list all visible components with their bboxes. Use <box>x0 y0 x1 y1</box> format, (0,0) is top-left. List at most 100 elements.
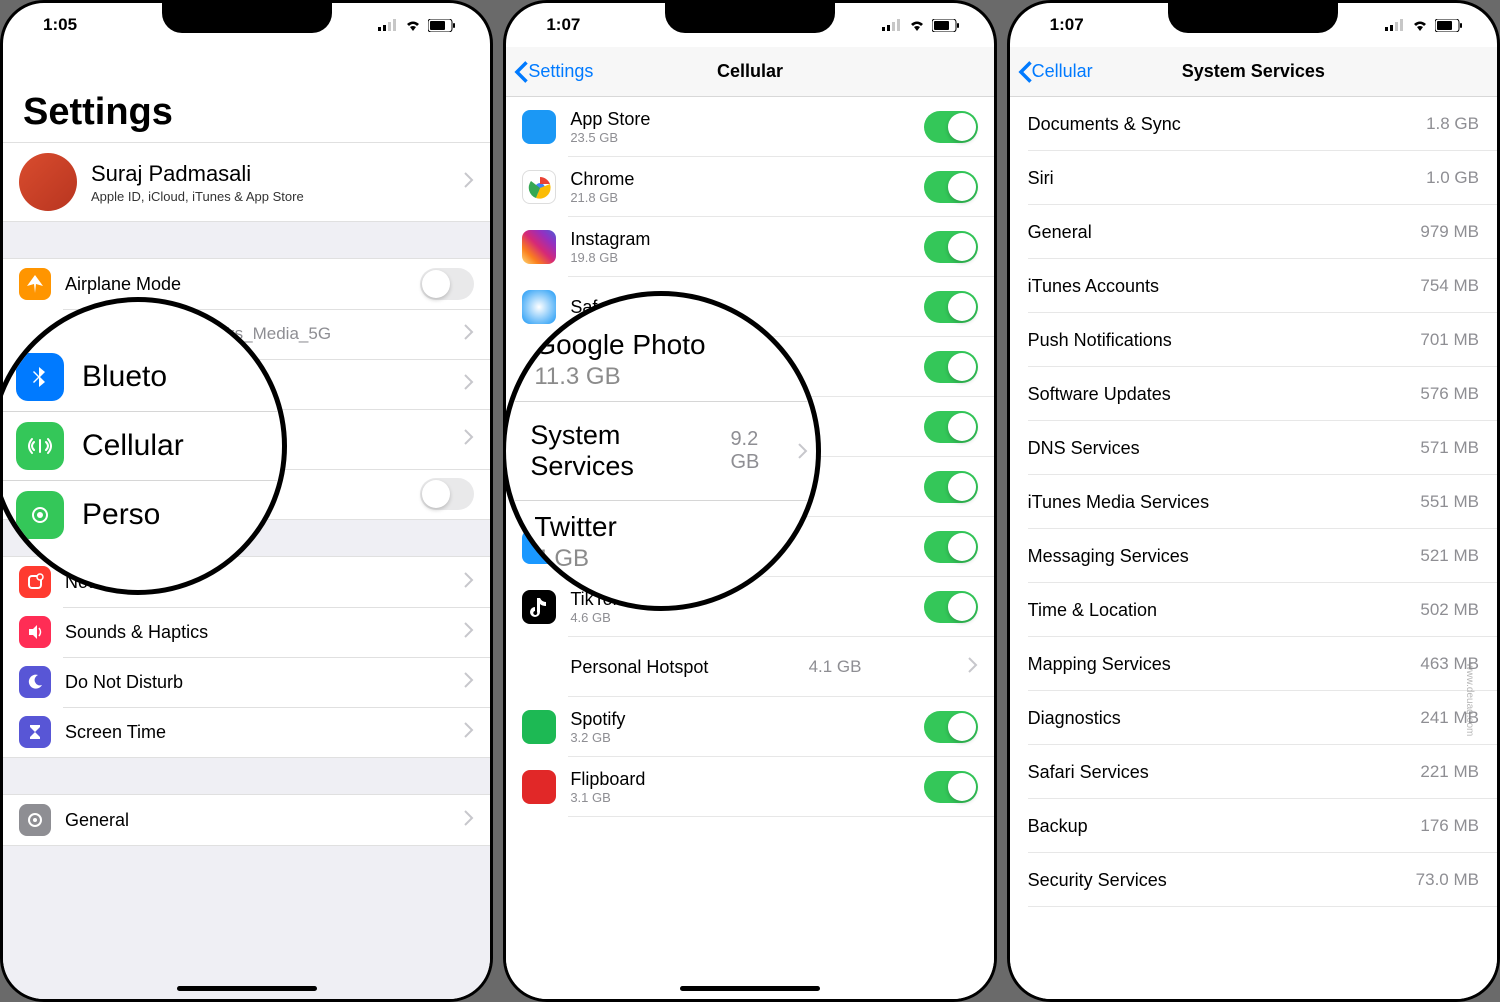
dnd-row[interactable]: Do Not Disturb <box>3 657 490 707</box>
hotspot-icon <box>16 491 64 539</box>
instagram-icon <box>522 230 556 264</box>
service-name: iTunes Media Services <box>1028 492 1209 513</box>
app-toggle[interactable] <box>924 711 978 743</box>
service-row: Siri 1.0 GB <box>1010 151 1497 205</box>
service-name: Safari Services <box>1028 762 1149 783</box>
app-spotify[interactable]: Spotify3.2 GB <box>506 697 993 757</box>
chevron-right-icon <box>464 572 474 593</box>
battery-icon <box>428 19 456 32</box>
service-row: Backup176 MB <box>1010 799 1497 853</box>
app-toggle[interactable] <box>924 291 978 323</box>
sounds-row[interactable]: Sounds & Haptics <box>3 607 490 657</box>
app-personal-hotspot[interactable]: Personal Hotspot 4.1 GB <box>506 637 993 697</box>
app-chrome[interactable]: Chrome21.8 GB <box>506 157 993 217</box>
service-value: 754 MB <box>1420 276 1479 296</box>
nav-title: System Services <box>1182 61 1325 82</box>
zoom-highlight-system-services: Google Photo 11.3 GB System Services 9.2… <box>503 291 821 611</box>
phone-cellular: 1:07 Settings Cellular App Store23.5 GB … <box>503 0 996 1002</box>
app-toggle[interactable] <box>924 351 978 383</box>
service-value: 551 MB <box>1420 492 1479 512</box>
service-value: 221 MB <box>1420 762 1479 782</box>
notifications-icon <box>19 566 51 598</box>
app-appstore[interactable]: App Store23.5 GB <box>506 97 993 157</box>
hotspot-toggle[interactable] <box>420 478 474 510</box>
service-name: iTunes Accounts <box>1028 276 1159 297</box>
safari-icon <box>522 290 556 324</box>
service-value: 1.8 GB <box>1426 114 1479 134</box>
chevron-right-icon <box>968 657 978 678</box>
service-row: Security Services73.0 MB <box>1010 853 1497 907</box>
app-toggle[interactable] <box>924 531 978 563</box>
service-name: Push Notifications <box>1028 330 1172 351</box>
zoom-hotspot-row[interactable]: Perso <box>0 480 282 549</box>
back-button[interactable]: Settings <box>514 61 593 83</box>
app-flipboard[interactable]: Flipboard3.1 GB <box>506 757 993 817</box>
service-row: Mapping Services463 MB <box>1010 637 1497 691</box>
service-value: 571 MB <box>1420 438 1479 458</box>
service-name: Backup <box>1028 816 1088 837</box>
wifi-icon <box>908 19 926 31</box>
apple-id-row[interactable]: Suraj Padmasali Apple ID, iCloud, iTunes… <box>3 142 490 222</box>
status-icons <box>882 19 960 32</box>
spotify-icon <box>522 710 556 744</box>
wifi-icon <box>1411 19 1429 31</box>
service-name: Siri <box>1028 168 1054 189</box>
airplane-mode-row[interactable]: Airplane Mode <box>3 259 490 309</box>
service-name: DNS Services <box>1028 438 1140 459</box>
home-indicator[interactable] <box>177 986 317 991</box>
battery-icon <box>932 19 960 32</box>
chevron-right-icon <box>464 172 474 193</box>
app-toggle[interactable] <box>924 771 978 803</box>
zoom-bluetooth-row[interactable]: Blueto <box>0 343 282 411</box>
airplane-label: Airplane Mode <box>65 274 181 295</box>
service-value: 1.0 GB <box>1426 168 1479 188</box>
chevron-right-icon <box>464 374 474 395</box>
app-instagram[interactable]: Instagram19.8 GB <box>506 217 993 277</box>
app-toggle[interactable] <box>924 231 978 263</box>
app-toggle[interactable] <box>924 171 978 203</box>
service-value: 979 MB <box>1420 222 1479 242</box>
service-row: DNS Services 571 MB <box>1010 421 1497 475</box>
services-content[interactable]: Documents & Sync1.8 GB Siri 1.0 GB General9… <box>1010 97 1497 999</box>
chevron-right-icon <box>464 722 474 743</box>
status-time: 1:07 <box>1050 15 1084 35</box>
general-row[interactable]: General <box>3 795 490 845</box>
gear-icon <box>19 804 51 836</box>
flipboard-icon <box>522 770 556 804</box>
app-toggle[interactable] <box>924 471 978 503</box>
app-toggle[interactable] <box>924 111 978 143</box>
wifi-icon <box>404 19 422 31</box>
zoom-system-services-row[interactable]: System Services 9.2 GB <box>506 401 816 500</box>
screentime-row[interactable]: Screen Time <box>3 707 490 757</box>
profile-sub: Apple ID, iCloud, iTunes & App Store <box>91 189 304 204</box>
signal-icon <box>378 19 398 31</box>
airplane-icon <box>19 268 51 300</box>
back-button[interactable]: Cellular <box>1018 61 1093 83</box>
service-value: 73.0 MB <box>1416 870 1479 890</box>
chrome-icon <box>522 170 556 204</box>
zoom-highlight-cellular: Blueto Cellular Perso <box>0 297 287 595</box>
profile-name: Suraj Padmasali <box>91 161 304 187</box>
service-row: General979 MB <box>1010 205 1497 259</box>
service-row: Push Notifications 701 MB <box>1010 313 1497 367</box>
chevron-right-icon <box>464 429 474 450</box>
service-name: Messaging Services <box>1028 546 1189 567</box>
chevron-right-icon <box>464 324 474 345</box>
zoom-cellular-row[interactable]: Cellular <box>0 411 282 480</box>
app-toggle[interactable] <box>924 411 978 443</box>
nav-header: Settings Cellular <box>506 47 993 97</box>
notch <box>665 3 835 33</box>
airplane-toggle[interactable] <box>420 268 474 300</box>
service-row: Documents & Sync1.8 GB <box>1010 97 1497 151</box>
hourglass-icon <box>19 716 51 748</box>
status-icons <box>378 19 456 32</box>
signal-icon <box>1385 19 1405 31</box>
service-row: Time & Location502 MB <box>1010 583 1497 637</box>
home-indicator[interactable] <box>680 986 820 991</box>
service-value: 576 MB <box>1420 384 1479 404</box>
service-value: 701 MB <box>1420 330 1479 350</box>
status-time: 1:05 <box>43 15 77 35</box>
service-name: Diagnostics <box>1028 708 1121 729</box>
phone-settings-root: 1:05 Settings Suraj Padmasali Apple ID, … <box>0 0 493 1002</box>
app-toggle[interactable] <box>924 591 978 623</box>
